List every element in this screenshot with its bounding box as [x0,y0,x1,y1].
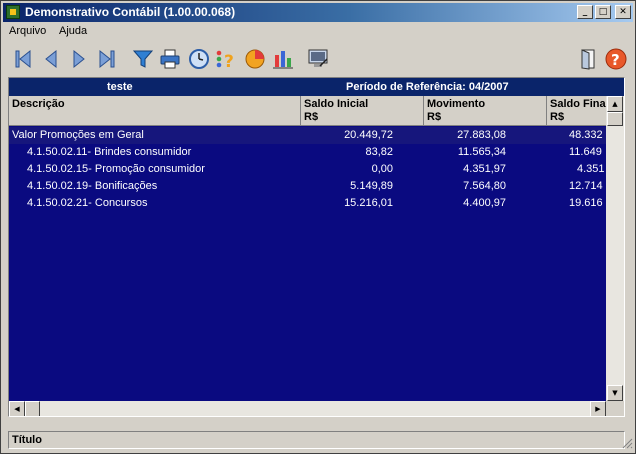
row-saldo-inicial: 0,00 [371,163,393,175]
scrollbar-corner [606,401,624,416]
row-description: 4.1.50.02.15- Promoção consumidor [27,163,205,175]
svg-text:?: ? [224,52,234,71]
row-saldo-inicial: 20.449,72 [344,129,393,141]
column-unit: R$ [427,111,442,123]
row-movimento: 27.883,08 [457,129,506,141]
row-saldo-final: 48.332 [569,129,603,141]
row-description: 4.1.50.02.11- Brindes consumidor [27,146,192,158]
column-headers: Descrição Saldo Inicial R$ Movimento R$ … [9,96,606,126]
report-header: teste Período de Referência: 04/2007 [9,78,624,96]
app-window: Demonstrativo Contábil (1.00.00.068) _ □… [0,0,636,454]
column-unit: R$ [550,111,565,123]
title-bar[interactable]: Demonstrativo Contábil (1.00.00.068) _ □… [3,3,633,22]
report-period: Período de Referência: 04/2007 [346,81,509,93]
vertical-scroll-thumb[interactable] [607,112,623,126]
row-saldo-final: 11.649 [569,146,602,158]
last-record-icon[interactable] [95,47,119,71]
status-bar: Título [8,431,625,449]
status-title: Título [12,434,42,446]
column-header-saldo-final[interactable]: Saldo Fina R$ [547,96,606,126]
window-title: Demonstrativo Contábil (1.00.00.068) [25,5,236,19]
row-saldo-final: 4.351 [577,163,605,175]
row-movimento: 4.351,97 [463,163,506,175]
help-icon[interactable]: ? [604,47,628,71]
horizontal-scrollbar[interactable]: ◀ ▶ [9,401,606,416]
table-body: Valor Promoções em Geral 20.449,72 27.88… [9,127,606,399]
column-label: Saldo Inicial [304,98,369,110]
table-row[interactable]: 4.1.50.02.19- Bonificações 5.149,89 7.56… [9,178,606,195]
next-record-icon[interactable] [67,47,91,71]
row-saldo-final: 12.714 [569,180,603,192]
maximize-button[interactable]: □ [595,5,611,19]
row-movimento: 4.400,97 [463,197,506,209]
print-icon[interactable] [158,47,182,71]
filter-icon[interactable] [131,47,155,71]
scroll-down-icon[interactable]: ▼ [607,385,623,401]
menu-bar: Arquivo Ajuda [3,23,633,41]
close-button[interactable]: ✕ [615,5,631,19]
svg-text:?: ? [611,51,620,69]
row-description: 4.1.50.02.21- Concursos [27,197,148,209]
clock-icon[interactable] [187,47,211,71]
row-description: 4.1.50.02.19- Bonificações [27,180,158,192]
table-row[interactable]: 4.1.50.02.15- Promoção consumidor 0,00 4… [9,161,606,178]
menu-arquivo[interactable]: Arquivo [9,25,46,37]
scroll-right-icon[interactable]: ▶ [590,401,606,416]
column-label: Movimento [427,98,486,110]
bar-chart-icon[interactable] [271,47,295,71]
table-row[interactable]: 4.1.50.02.11- Brindes consumidor 83,82 1… [9,144,606,161]
column-header-saldo-inicial[interactable]: Saldo Inicial R$ [301,96,424,126]
row-movimento: 11.565,34 [457,146,506,158]
pie-chart-icon[interactable] [243,47,267,71]
horizontal-scroll-thumb[interactable] [25,401,40,416]
resize-grip-icon[interactable] [621,437,633,449]
row-saldo-final: 19.616 [569,197,603,209]
vertical-scrollbar[interactable]: ▲ ▼ [606,96,624,401]
report-grid: teste Período de Referência: 04/2007 Des… [8,77,625,417]
first-record-icon[interactable] [11,47,35,71]
previous-record-icon[interactable] [39,47,63,71]
column-header-movimento[interactable]: Movimento R$ [424,96,547,126]
report-title: teste [107,81,133,93]
minimize-button[interactable]: _ [577,5,593,19]
table-row[interactable]: 4.1.50.02.21- Concursos 15.216,01 4.400,… [9,195,606,212]
row-saldo-inicial: 83,82 [365,146,393,158]
scroll-left-icon[interactable]: ◀ [9,401,25,416]
menu-ajuda[interactable]: Ajuda [59,25,87,37]
table-row[interactable]: Valor Promoções em Geral 20.449,72 27.88… [9,127,606,144]
screen-icon[interactable] [306,47,330,71]
exit-door-icon[interactable] [576,47,600,71]
query-icon[interactable]: ? [214,47,238,71]
toolbar: ? ? [3,43,633,75]
scroll-up-icon[interactable]: ▲ [607,96,623,112]
row-saldo-inicial: 5.149,89 [350,180,393,192]
app-icon [6,5,20,19]
row-description: Valor Promoções em Geral [12,129,144,141]
column-unit: R$ [304,111,319,123]
column-label: Descrição [12,98,65,110]
row-saldo-inicial: 15.216,01 [344,197,393,209]
column-label: Saldo Fina [550,98,606,110]
row-movimento: 7.564,80 [463,180,506,192]
column-header-descricao[interactable]: Descrição [9,96,301,126]
